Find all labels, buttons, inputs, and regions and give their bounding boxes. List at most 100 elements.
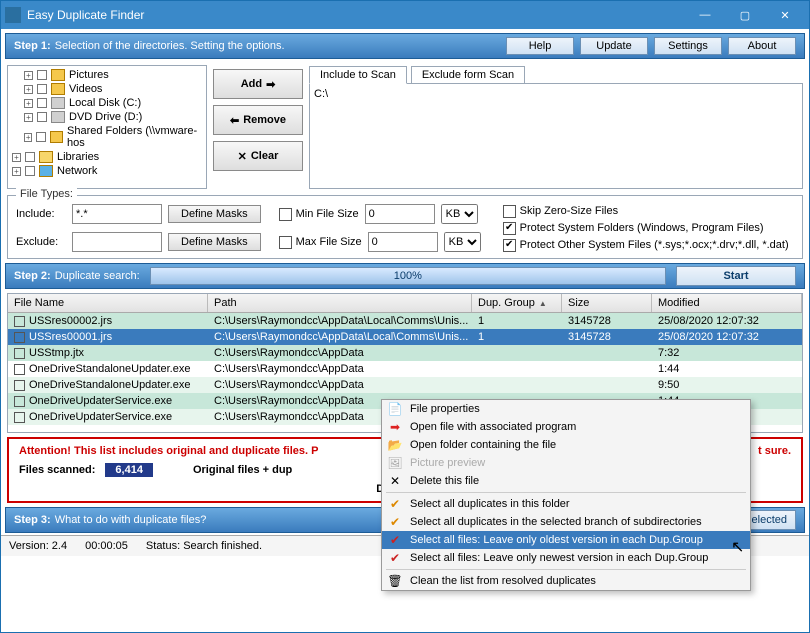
step1-text: Selection of the directories. Setting th… [55, 40, 285, 52]
protect-sys-check[interactable]: ✔Protect System Folders (Windows, Progra… [503, 222, 789, 235]
define-masks-include[interactable]: Define Masks [168, 205, 261, 223]
status-state: Status: Search finished. [146, 540, 262, 552]
col-modified[interactable]: Modified [652, 294, 802, 312]
step3-text: What to do with duplicate files? [55, 514, 207, 526]
step1-label: Step 1: [14, 40, 51, 52]
min-size-input[interactable] [365, 204, 435, 224]
col-size[interactable]: Size [562, 294, 652, 312]
about-button[interactable]: About [728, 37, 796, 55]
ctx-open-file[interactable]: ➡Open file with associated program [382, 418, 750, 436]
check-icon: ✔ [387, 550, 403, 566]
ctx-file-properties[interactable]: 📄File properties [382, 400, 750, 418]
min-size-unit[interactable]: KB [441, 204, 478, 224]
arrow-right-icon: ➡ [387, 419, 403, 435]
row-checkbox[interactable] [14, 316, 25, 327]
col-dupgroup[interactable]: Dup. Group▲ [472, 294, 562, 312]
tab-exclude[interactable]: Exclude form Scan [411, 66, 525, 84]
clear-button[interactable]: ✕Clear [213, 141, 303, 171]
tab-include[interactable]: Include to Scan [309, 66, 407, 84]
max-size-unit[interactable]: KB [444, 232, 481, 252]
max-size-input[interactable] [368, 232, 438, 252]
col-filename[interactable]: File Name [8, 294, 208, 312]
exclude-mask-input[interactable] [72, 232, 162, 252]
network-icon [39, 165, 53, 177]
table-row[interactable]: OneDriveStandaloneUpdater.exeC:\Users\Ra… [8, 377, 802, 393]
attention-msg: Attention! This list includes original a… [19, 445, 318, 457]
x-icon: ✕ [238, 150, 247, 163]
context-menu[interactable]: 📄File properties ➡Open file with associa… [381, 399, 751, 591]
settings-button[interactable]: Settings [654, 37, 722, 55]
row-checkbox[interactable] [14, 396, 25, 407]
step1-bar: Step 1: Selection of the directories. Se… [5, 33, 805, 59]
minimize-button[interactable]: — [685, 1, 725, 29]
arrow-left-icon: ⬅ [230, 114, 239, 127]
folder-icon [51, 83, 65, 95]
status-version: Version: 2.4 [9, 540, 67, 552]
check-icon: ✔ [387, 496, 403, 512]
protect-files-check[interactable]: ✔Protect Other System Files (*.sys;*.ocx… [503, 239, 789, 252]
col-path[interactable]: Path [208, 294, 472, 312]
scan-path-list[interactable]: C:\ [309, 83, 803, 189]
row-checkbox[interactable] [14, 364, 25, 375]
status-time: 00:00:05 [85, 540, 128, 552]
mouse-cursor: ↖ [731, 537, 744, 557]
maximize-button[interactable]: ▢ [725, 1, 765, 29]
max-size-check[interactable]: Max File Size [279, 236, 362, 249]
sort-asc-icon: ▲ [539, 299, 547, 308]
help-button[interactable]: Help [506, 37, 574, 55]
folder-tree[interactable]: +Pictures +Videos +Local Disk (C:) +DVD … [7, 65, 207, 189]
row-checkbox[interactable] [14, 380, 25, 391]
update-button[interactable]: Update [580, 37, 648, 55]
libraries-icon [39, 151, 53, 163]
picture-icon: 🖼 [387, 455, 403, 471]
ctx-select-newest[interactable]: ✔Select all files: Leave only newest ver… [382, 549, 750, 567]
delete-icon: ✕ [387, 473, 403, 489]
table-row[interactable]: OneDriveStandaloneUpdater.exeC:\Users\Ra… [8, 361, 802, 377]
step2-bar: Step 2: Duplicate search: 100% Start [5, 263, 805, 289]
ctx-picture-preview: 🖼Picture preview [382, 454, 750, 472]
ctx-clean-list[interactable]: 🗑Clean the list from resolved duplicates [382, 572, 750, 590]
close-button[interactable]: ✕ [765, 1, 805, 29]
check-icon: ✔ [387, 514, 403, 530]
filetypes-legend: File Types: [16, 188, 77, 200]
titlebar[interactable]: Easy Duplicate Finder — ▢ ✕ [1, 1, 809, 29]
progress-bar: 100% [150, 267, 666, 285]
folder-open-icon: 📂 [387, 437, 403, 453]
ctx-select-oldest[interactable]: ✔Select all files: Leave only oldest ver… [382, 531, 750, 549]
define-masks-exclude[interactable]: Define Masks [168, 233, 261, 251]
row-checkbox[interactable] [14, 348, 25, 359]
ctx-open-folder[interactable]: 📂Open folder containing the file [382, 436, 750, 454]
row-checkbox[interactable] [14, 412, 25, 423]
original-files-label: Original files + dup [193, 464, 292, 476]
filetypes-group: File Types: Include:Define Masks Exclude… [7, 195, 803, 259]
start-button[interactable]: Start [676, 266, 796, 286]
ctx-delete-file[interactable]: ✕Delete this file [382, 472, 750, 490]
table-row[interactable]: USStmp.jtxC:\Users\Raymondcc\AppData7:32 [8, 345, 802, 361]
table-row[interactable]: USSres00001.jrsC:\Users\Raymondcc\AppDat… [8, 329, 802, 345]
step2-text: Duplicate search: [55, 270, 140, 282]
include-mask-input[interactable] [72, 204, 162, 224]
min-size-check[interactable]: Min File Size [279, 208, 359, 221]
row-checkbox[interactable] [14, 332, 25, 343]
arrow-right-icon: ➡ [266, 78, 275, 91]
trash-icon: 🗑 [387, 573, 403, 589]
remove-button[interactable]: ⬅Remove [213, 105, 303, 135]
ctx-select-branch[interactable]: ✔Select all duplicates in the selected b… [382, 513, 750, 531]
ctx-select-folder[interactable]: ✔Select all duplicates in this folder [382, 495, 750, 513]
step3-label: Step 3: [14, 514, 51, 526]
step2-label: Step 2: [14, 270, 51, 282]
folder-icon [50, 131, 63, 143]
add-button[interactable]: Add➡ [213, 69, 303, 99]
folder-icon [51, 69, 65, 81]
app-icon [5, 7, 21, 23]
drive-icon [51, 111, 65, 123]
table-row[interactable]: USSres00002.jrsC:\Users\Raymondcc\AppDat… [8, 313, 802, 329]
window-title: Easy Duplicate Finder [27, 8, 685, 22]
files-scanned-label: Files scanned: [19, 464, 95, 476]
files-scanned-value: 6,414 [105, 463, 153, 477]
exclude-label: Exclude: [16, 236, 66, 248]
check-icon: ✔ [387, 532, 403, 548]
include-label: Include: [16, 208, 66, 220]
skip-zero-check[interactable]: Skip Zero-Size Files [503, 205, 789, 218]
drive-icon [51, 97, 65, 109]
